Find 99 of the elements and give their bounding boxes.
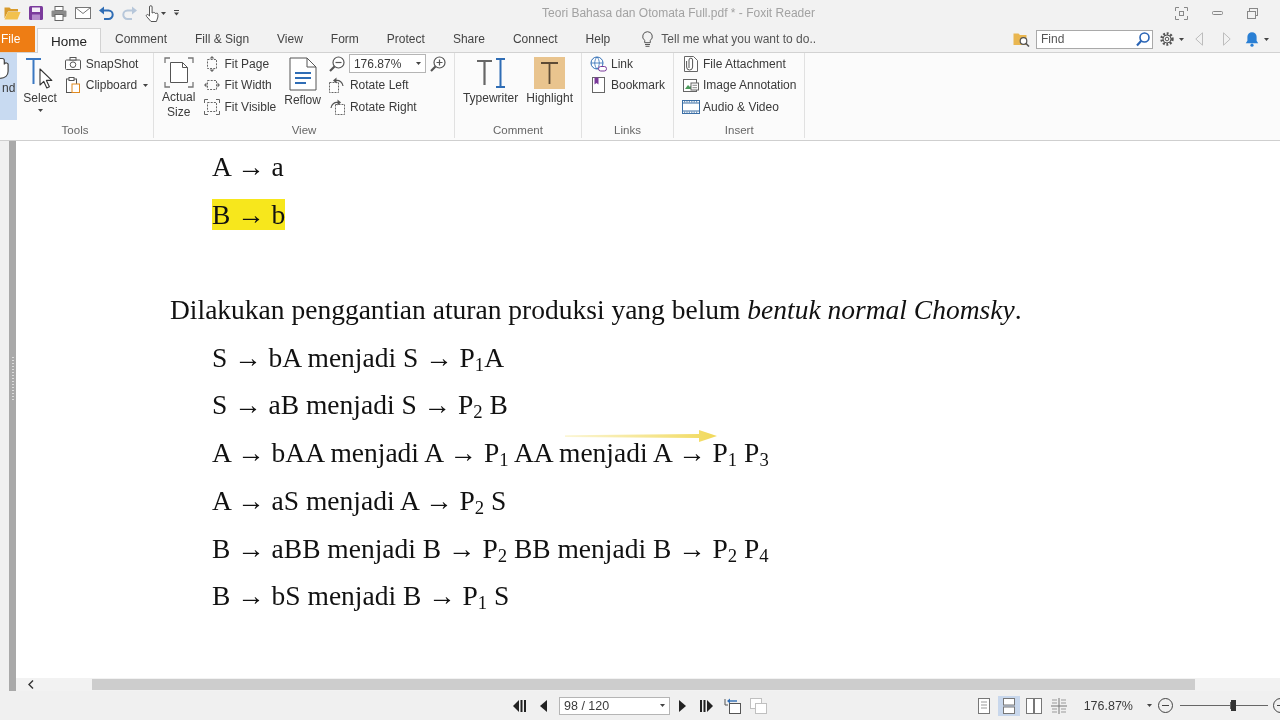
group-label: Insert	[723, 123, 755, 138]
menu-tab[interactable]: Comment	[101, 26, 182, 52]
fullscreen-icon[interactable]	[1175, 6, 1188, 20]
minimize-icon[interactable]	[1212, 11, 1223, 15]
ribbon-button[interactable]: Reflow	[282, 53, 323, 120]
window-title: Teori Bahasa dan Otomata Full.pdf * - Foxit Reader	[542, 6, 815, 20]
scrollbar-thumb[interactable]	[92, 679, 1195, 690]
caret-icon[interactable]	[161, 11, 166, 15]
film-icon	[681, 99, 700, 114]
menu-tab[interactable]: Fill & Sign	[181, 26, 264, 52]
page-field[interactable]: 98 / 120	[559, 696, 670, 715]
previous-page-icon[interactable]	[540, 699, 547, 712]
group-label: View	[290, 123, 318, 138]
last-page-icon[interactable]	[700, 699, 713, 712]
formula-text: S → bA menjadi S → P$_{1}$A	[212, 341, 505, 373]
ribbon-button[interactable]: Typewriter	[460, 53, 521, 120]
formula-text: B → bS menjadi B → P$_{1}$ S	[212, 580, 510, 612]
single-page-icon	[977, 697, 990, 714]
ribbon-button[interactable]: Audio & Video	[680, 96, 799, 118]
caret-icon[interactable]	[1264, 37, 1269, 41]
ribbon-button[interactable]: Rotate Right	[326, 96, 448, 118]
slider-thumb[interactable]	[1230, 700, 1236, 711]
formula-text: S → aB menjadi S → P$_{2}$ B	[212, 389, 508, 421]
page-back-icon[interactable]	[724, 697, 741, 714]
envelope-icon[interactable]	[75, 7, 91, 19]
ribbon-button[interactable]: Fit Page	[201, 53, 279, 75]
menu-tab[interactable]: Form	[316, 26, 373, 52]
continuous-pages-icon	[1002, 697, 1015, 714]
menu-tab[interactable]: Share	[438, 26, 499, 52]
zoom-field[interactable]: 176.87%	[1083, 698, 1152, 713]
ribbon-button[interactable]: Fit Visible	[201, 96, 279, 118]
menu-tab[interactable]: View	[263, 26, 317, 52]
formula-text: B → aBB menjadi B → P$_{2}$ BB menjadi B → P$_{2}$ P$_{4}$	[212, 532, 769, 564]
ribbon-button[interactable]: Clipboard	[62, 74, 151, 96]
caret-icon[interactable]	[1179, 37, 1184, 41]
ribbon-button[interactable]: Image Annotation	[680, 74, 799, 96]
facing-pages-icon	[1025, 697, 1042, 714]
group-label: Tools	[60, 123, 90, 138]
link-icon	[590, 55, 607, 72]
ribbon-button[interactable]: Actual Size	[160, 53, 198, 120]
ribbon-button[interactable]: nd	[0, 53, 18, 120]
printer-icon[interactable]	[51, 5, 67, 21]
ribbon-button[interactable]: Link	[588, 53, 668, 75]
view-mode-button[interactable]	[997, 695, 1020, 716]
image-icon	[682, 77, 699, 94]
tell-me-field[interactable]: Tell me what you want to do..	[661, 32, 830, 46]
first-page-icon[interactable]	[513, 699, 526, 712]
ribbon-button[interactable]: Highlight	[524, 53, 575, 120]
ribbon-button[interactable]: File Attachment	[680, 53, 799, 75]
fit-visible-icon	[203, 98, 220, 115]
hand-icon	[0, 57, 9, 79]
undo-icon[interactable]	[99, 6, 114, 20]
menu-tab[interactable]: Protect	[372, 26, 439, 52]
camera-icon	[65, 57, 82, 71]
clipboard-icon	[66, 77, 81, 94]
group-label: Comment	[492, 123, 544, 138]
zoom-out-icon[interactable]	[1158, 698, 1173, 713]
bell-icon[interactable]	[1245, 31, 1259, 47]
ribbon-button[interactable]: Select	[21, 53, 59, 120]
zoom-field[interactable]: 176.87%	[348, 54, 426, 74]
page-corners-icon	[163, 57, 194, 88]
zoom-slider[interactable]	[1180, 698, 1268, 713]
ribbon-button[interactable]: SnapShot	[62, 53, 151, 75]
continuous-facing-icon	[1050, 697, 1067, 714]
group-label: Links	[613, 123, 642, 138]
folder-search-icon[interactable]	[1013, 31, 1030, 47]
find-field[interactable]: Find	[1036, 29, 1153, 49]
scroll-left-icon[interactable]	[28, 680, 34, 689]
menu-tab[interactable]: Connect	[498, 26, 572, 52]
menu-tab[interactable]: Home	[37, 28, 101, 53]
menu-tab[interactable]: Help	[571, 26, 625, 52]
zoom-out-icon[interactable]	[328, 55, 345, 72]
ribbon-button[interactable]: Rotate Left	[326, 74, 448, 96]
hand-pointer-icon[interactable]	[145, 4, 159, 22]
settings-icon[interactable]	[1160, 32, 1174, 46]
ribbon-button[interactable]: Fit Width	[201, 74, 279, 96]
save-icon[interactable]	[29, 6, 43, 20]
lightbulb-icon	[642, 31, 654, 47]
next-page-icon[interactable]	[679, 699, 686, 712]
caret-icon	[1147, 704, 1152, 707]
rotate-right-icon	[329, 98, 346, 115]
rotate-left-icon	[329, 77, 346, 94]
formula-text: B → b	[212, 198, 286, 230]
formula-text: A → aS menjadi A → P$_{2}$ S	[212, 484, 507, 516]
bookmark-icon	[592, 77, 605, 94]
ribbon-button[interactable]: Bookmark	[588, 74, 668, 96]
caret-icon[interactable]	[174, 10, 179, 16]
paperclip-icon	[683, 55, 698, 72]
text-highlight-icon	[534, 57, 566, 89]
search-icon[interactable]	[1136, 31, 1150, 47]
text-cursor-icon	[475, 57, 506, 89]
formula-text: A → a	[212, 151, 284, 182]
restore-icon[interactable]	[1247, 7, 1258, 19]
paragraph-text: Dilakukan penggantian aturan produksi yang belum bentuk normal Chomsky.	[170, 294, 1022, 326]
zoom-in-icon[interactable]	[429, 55, 446, 72]
caret-icon	[660, 704, 665, 707]
zoom-in-icon[interactable]	[1273, 698, 1280, 713]
page-lines-icon	[288, 57, 317, 91]
formula-text: A → bAA menjadi A → P$_{1}$ AA menjadi A → P$_{1}$ P$_{3}$	[212, 437, 769, 469]
